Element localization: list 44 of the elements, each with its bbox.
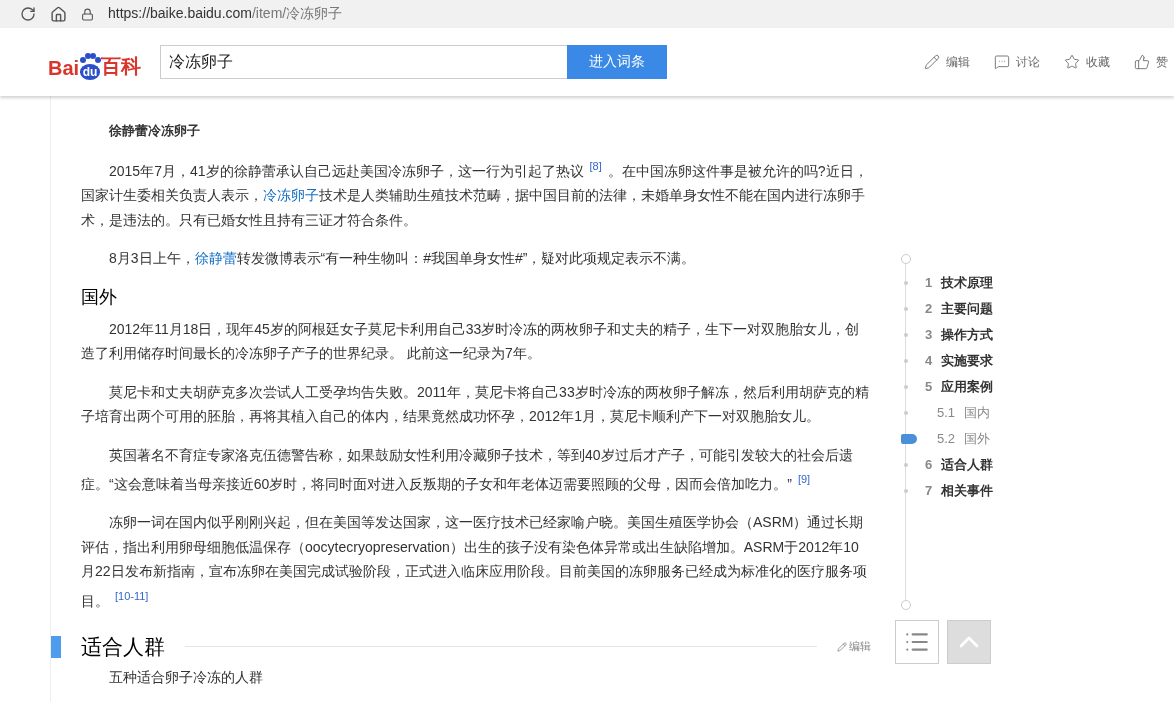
pencil-icon	[837, 641, 847, 652]
toc-item[interactable]: 2 主要问题	[925, 300, 994, 318]
article-link[interactable]: 冷冻卵子	[263, 187, 319, 204]
paragraph: 莫尼卡和丈夫胡萨克多次尝试人工受孕均告失败。2011年，莫尼卡将自己33岁时冷冻的两枚卵子解冻，然后利用胡萨克的精子培育出两个可用的胚胎，再将其植入自己的体内，结果竟然成功怀孕，2012年1月，莫尼卡顺利产下一对双胞胎女儿。	[81, 382, 870, 427]
address-bar[interactable]: https://baike.baidu.com/item/冷冻卵子	[108, 5, 343, 23]
header-action-link[interactable]: 编辑	[924, 53, 970, 71]
reload-icon[interactable]	[20, 6, 36, 22]
article-link[interactable]: 徐静蕾	[194, 250, 237, 267]
toc-toggle-button[interactable]	[895, 620, 939, 664]
search-field[interactable]: 冷冻卵子	[160, 45, 567, 79]
section-marker	[51, 635, 61, 658]
header-action-link[interactable]: 讨论	[994, 53, 1040, 71]
paragraph: 2015年7月，41岁的徐静蕾承认自己远赴美国冷冻卵子，这一行为引起了热议 $^{[8]}$ 。在中国冻卵这件事是被允许的吗?近日，国家计生委相关负责人表示，冷冻卵子技术是人类辅助生殖技术范畴，据中国目前的法律，未婚单身女性不能在国内进行冻卵手术，是违法的。只有已婚女性且持有三证才符合条件。	[81, 159, 869, 230]
section-edit-link[interactable]: 编辑	[837, 639, 871, 655]
toc-item[interactable]: 5.2 国外	[937, 430, 991, 448]
chat-bubble-icon	[994, 54, 1010, 70]
toc-item[interactable]: 5.1 国内	[937, 404, 991, 422]
reference-link[interactable]: [9]	[797, 473, 811, 486]
paragraph: 五种适合卵子冷冻的人群	[108, 667, 264, 687]
reference-link[interactable]: [8]	[589, 160, 602, 172]
paragraph: 英国著名不育症专家洛克伍德警告称，如果鼓励女性利用冷藏卵子技术，等到40岁过后才产子，可能引发较大的社会后遗症。“这会意味着当母亲接近60岁时，将同时面对进入反叛期的子女和年老体迈需要照顾的父母，因而会倍加吃力。” $^{[9]}$	[81, 445, 854, 494]
enter-entry-button[interactable]: 进入词条	[567, 45, 667, 79]
paragraph: 8月3日上午，徐静蕾转发微博表示“有一种生物叫：#我国单身女性#”，疑对此项规定表示不满。	[108, 249, 697, 269]
home-icon[interactable]	[50, 5, 67, 23]
timeline-node	[901, 254, 911, 264]
lock-icon	[81, 7, 94, 21]
toc-item[interactable]: 7 相关事件	[925, 482, 994, 500]
toc-item[interactable]: 6 适合人群	[925, 456, 994, 474]
toc-item[interactable]: 1 技术原理	[925, 274, 994, 292]
thumbs-up-icon	[1134, 54, 1150, 70]
pencil-icon	[924, 54, 940, 70]
header-action-link[interactable]: 收藏	[1064, 53, 1110, 71]
section-subtitle: 国外	[81, 285, 118, 309]
section-title: 适合人群	[81, 633, 165, 660]
paragraph: 2012年11月18日，现年45岁的阿根廷女子莫尼卡利用自己33岁时冷冻的两枚卵子和丈夫的精子，生下一对双胞胎女儿，创造了利用储存时间最长的冷冻卵子产子的世界纪录。 此前这一纪录为7年。	[81, 319, 861, 364]
reference-link[interactable]: [10-11]	[115, 589, 149, 602]
header-action-link[interactable]: 赞	[1134, 53, 1168, 71]
toc-item[interactable]: 5 应用案例	[925, 378, 994, 396]
toc-item[interactable]: 4 实施要求	[925, 352, 994, 370]
timeline-node	[901, 600, 911, 610]
star-icon	[1064, 54, 1080, 70]
toc-item[interactable]: 3 操作方式	[925, 326, 994, 344]
subheading: 徐静蕾冷冻卵子	[108, 122, 201, 140]
paragraph: 冻卵一词在国内似乎刚刚兴起，但在美国等发达国家，这一医疗技术已经家喻户晓。美国生殖医学协会（ASRM）通过长期评估，指出利用卵母细胞低温保存（oocytecryopreservation）出生的孩子没有染色体异常或出生缺陷增加。ASRM于2012年10月22日发布新指南，宣布冻卵在美国完成试验阶段，正式进入临床应用阶段。目前美国的冻卵服务已经成为标准化的医疗服务项目。 $^{[10-11]}$	[81, 513, 868, 611]
